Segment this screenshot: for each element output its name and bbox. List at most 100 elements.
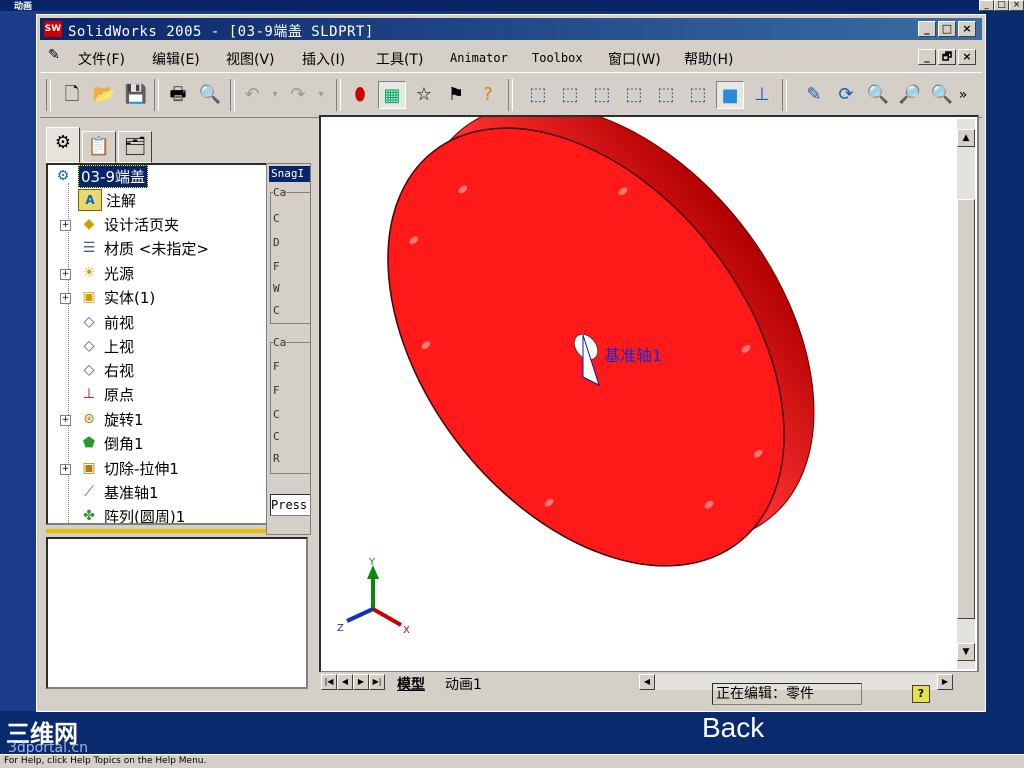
last-sheet-icon[interactable]: ▶| <box>369 674 385 690</box>
redo-dropdown-icon[interactable]: ▾ <box>314 81 328 109</box>
snagit-option[interactable]: C <box>273 212 280 225</box>
document-icon[interactable]: ✎ <box>48 47 68 65</box>
expand-revolve[interactable]: + <box>60 415 71 426</box>
snagit-option[interactable]: D <box>273 236 280 249</box>
tab-animation[interactable]: 动画1 <box>445 674 482 694</box>
tree-root[interactable]: ⚙ 03-9端盖 <box>52 165 149 188</box>
print-icon[interactable]: 🖶 <box>164 81 192 109</box>
tree-item-circular-pattern[interactable]: ✤ 阵列(圆周)1 <box>78 505 185 524</box>
menu-window[interactable]: 窗口(W) <box>608 49 661 69</box>
view-orientation-4-icon[interactable]: ⬚ <box>620 81 648 109</box>
mdi-minimize-button[interactable]: _ <box>918 49 936 65</box>
window-titlebar[interactable]: SW SolidWorks 2005 - [03-9端盖 SLDPRT] _ □… <box>40 18 982 40</box>
rebuild-icon[interactable]: ⬮ <box>346 81 374 109</box>
tree-item-solid-bodies[interactable]: ▣ 实体(1) <box>78 286 155 308</box>
tree-item-chamfer[interactable]: ⬟ 倒角1 <box>78 432 144 454</box>
first-sheet-icon[interactable]: |◀ <box>321 674 337 690</box>
menu-insert[interactable]: 插入(I) <box>302 49 345 69</box>
save-icon[interactable]: 💾 <box>122 81 150 109</box>
outer-maximize-button[interactable]: □ <box>994 0 1009 11</box>
tree-item-material[interactable]: ☰ 材质 <未指定> <box>78 237 209 259</box>
mdi-close-button[interactable]: × <box>958 49 976 65</box>
outer-close-button[interactable]: × <box>1009 0 1024 11</box>
undo-icon[interactable]: ↶ <box>238 81 266 109</box>
vertical-scrollbar[interactable]: ▲ ▼ <box>957 119 975 669</box>
menu-help[interactable]: 帮助(H) <box>684 49 733 69</box>
material-icon: ☰ <box>82 240 96 256</box>
close-button[interactable]: × <box>958 21 976 37</box>
new-file-icon[interactable]: 🗋 <box>58 81 86 109</box>
snagit-option[interactable]: F <box>273 260 280 273</box>
zoom-icon[interactable]: 🔍 <box>864 81 892 109</box>
undo-dropdown-icon[interactable]: ▾ <box>268 81 282 109</box>
snagit-option[interactable]: R <box>273 452 280 465</box>
tab-property-manager[interactable]: 📋 <box>82 131 116 163</box>
snagit-option[interactable]: C <box>273 408 280 421</box>
scroll-down-arrow-icon[interactable]: ▼ <box>957 643 975 661</box>
part-model[interactable]: 基准轴1 Y X Z <box>321 117 961 669</box>
snagit-option[interactable]: C <box>273 304 280 317</box>
view-orientation-3-icon[interactable]: ⬚ <box>588 81 616 109</box>
tree-item-origin[interactable]: ⊥ 原点 <box>78 383 134 405</box>
expand-binder[interactable]: + <box>60 220 71 231</box>
select-icon[interactable]: ☆ <box>410 81 438 109</box>
tree-item-top-plane[interactable]: ◇ 上视 <box>78 335 134 357</box>
hscroll-left-icon[interactable]: ◀ <box>639 674 655 690</box>
tree-item-revolve[interactable]: ⊛ 旋转1 <box>78 408 143 430</box>
help-icon[interactable]: ? <box>912 685 930 703</box>
zoom-area-icon[interactable]: 🔍 <box>928 81 956 109</box>
options-grid-icon[interactable]: ▦ <box>378 81 406 109</box>
wireframe-icon[interactable]: ⬚ <box>652 81 680 109</box>
snagit-option[interactable]: C <box>273 430 280 443</box>
prev-sheet-icon[interactable]: ◀ <box>337 674 353 690</box>
magnet-icon[interactable]: ⚑ <box>442 81 470 109</box>
tree-item-right-plane[interactable]: ◇ 右视 <box>78 359 134 381</box>
tree-item-front-plane[interactable]: ◇ 前视 <box>78 311 134 333</box>
shaded-icon[interactable]: ■ <box>716 81 744 109</box>
tree-item-lighting[interactable]: ☀ 光源 <box>78 262 134 284</box>
tree-item-annotations[interactable]: A 注解 <box>78 189 136 211</box>
snagit-option[interactable]: F <box>273 384 280 397</box>
next-sheet-icon[interactable]: ▶ <box>353 674 369 690</box>
snagit-option[interactable]: W <box>273 282 280 295</box>
expand-solid-bodies[interactable]: + <box>60 293 71 304</box>
toolbar-more-icon[interactable]: » <box>956 81 970 109</box>
redo-icon[interactable]: ↷ <box>284 81 312 109</box>
view-orientation-1-icon[interactable]: ⬚ <box>524 81 552 109</box>
view-orientation-2-icon[interactable]: ⬚ <box>556 81 584 109</box>
minimize-button[interactable]: _ <box>918 21 936 37</box>
back-button[interactable]: Back <box>702 712 764 744</box>
help-icon[interactable]: ? <box>474 81 502 109</box>
zoom-fit-icon[interactable]: 🔎 <box>896 81 924 109</box>
tree-item-cut-extrude[interactable]: ▣ 切除-拉伸1 <box>78 457 179 479</box>
tab-model[interactable]: 模型 <box>397 674 425 694</box>
tree-item-axis[interactable]: ⟋ 基准轴1 <box>78 481 158 503</box>
menu-edit[interactable]: 编辑(E) <box>152 49 200 69</box>
hidden-lines-icon[interactable]: ⬚ <box>684 81 712 109</box>
mdi-restore-button[interactable]: 🗗 <box>938 49 956 65</box>
menu-view[interactable]: 视图(V) <box>226 49 275 69</box>
hscroll-right-icon[interactable]: ▶ <box>937 674 953 690</box>
graphics-area[interactable]: 基准轴1 Y X Z ▲ ▼ <box>319 115 979 673</box>
tab-feature-manager[interactable]: ⚙ <box>46 127 80 163</box>
tab-configuration-manager[interactable]: 🗂 <box>118 131 152 163</box>
maximize-button[interactable]: □ <box>938 21 956 37</box>
menu-file[interactable]: 文件(F) <box>78 49 125 69</box>
menu-toolbox[interactable]: Toolbox <box>532 51 583 65</box>
axis-label[interactable]: 基准轴1 <box>604 346 662 365</box>
expand-lighting[interactable]: + <box>60 269 71 280</box>
expand-cut-extrude[interactable]: + <box>60 464 71 475</box>
rotate-icon[interactable]: ⟳ <box>832 81 860 109</box>
section-view-icon[interactable]: ⊥ <box>748 81 776 109</box>
open-folder-icon[interactable]: 📂 <box>90 81 118 109</box>
menu-animator[interactable]: Animator <box>450 51 508 65</box>
outer-minimize-button[interactable]: _ <box>979 0 994 11</box>
menu-tools[interactable]: 工具(T) <box>376 49 423 69</box>
pan-icon[interactable]: ✎ <box>800 81 828 109</box>
scrollbar-thumb[interactable] <box>957 199 975 619</box>
print-preview-icon[interactable]: 🔍 <box>196 81 224 109</box>
tree-item-binder[interactable]: ◆ 设计活页夹 <box>78 213 179 235</box>
scroll-up-arrow-icon[interactable]: ▲ <box>957 129 975 147</box>
snagit-option[interactable]: F <box>273 360 280 373</box>
snagit-press-field[interactable]: Press <box>270 494 310 516</box>
